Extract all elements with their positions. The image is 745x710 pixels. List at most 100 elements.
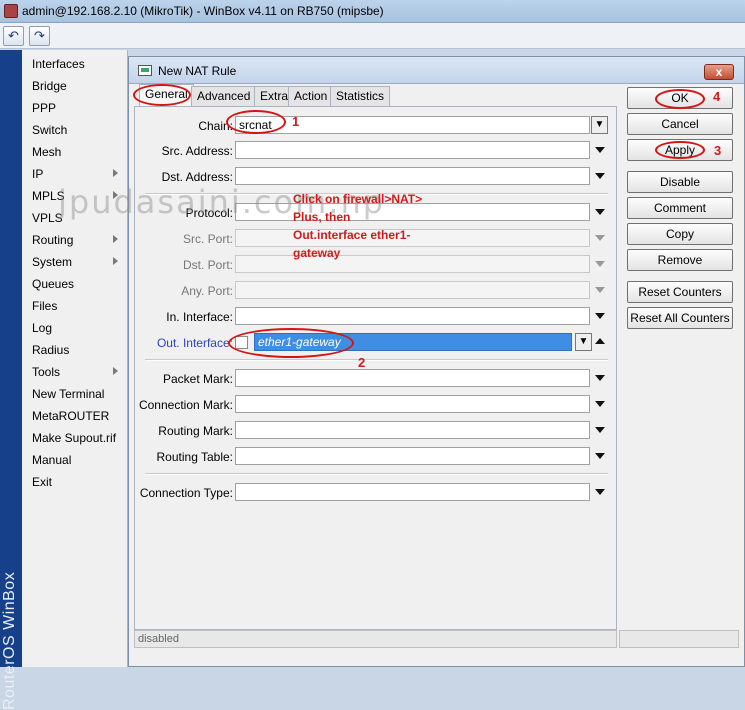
sidebar-item-label: Queues (32, 277, 75, 291)
routing-table-label: Routing Table: (156, 450, 234, 464)
dst-port-row: Dst. Port: (135, 255, 615, 275)
sidebar-item-manual[interactable]: Manual (22, 449, 126, 471)
connection-mark-label: Connection Mark: (138, 398, 233, 412)
packet-mark-field[interactable] (235, 369, 590, 387)
collapse-arrow-icon[interactable] (595, 338, 605, 344)
expand-arrow-icon[interactable] (595, 401, 605, 407)
sidebar-item-label: Files (32, 299, 58, 313)
sidebar-item-tools[interactable]: Tools (22, 361, 126, 383)
cancel-button[interactable]: Cancel (627, 113, 733, 135)
sidebar-item-system[interactable]: System (22, 251, 126, 273)
redo-icon: ↷ (34, 28, 45, 43)
disable-button[interactable]: Disable (627, 171, 733, 193)
sidebar-item-log[interactable]: Log (22, 317, 126, 339)
chain-field[interactable]: srcnat (235, 116, 590, 134)
sidebar-item-ip[interactable]: IP (22, 163, 126, 185)
annotation-ring-chain (226, 110, 286, 134)
expand-arrow-icon[interactable] (595, 147, 605, 153)
in-interface-field[interactable] (235, 307, 590, 325)
out-interface-dropdown-button[interactable]: ▼ (575, 333, 592, 351)
any-port-row: Any. Port: (135, 281, 615, 301)
sidebar-item-files[interactable]: Files (22, 295, 126, 317)
sidebar-item-new-terminal[interactable]: New Terminal (22, 383, 126, 405)
sidebar-item-exit[interactable]: Exit (22, 471, 126, 493)
sidebar-item-radius[interactable]: Radius (22, 339, 126, 361)
instruction-note-line: Plus, then (293, 210, 351, 224)
expand-arrow-icon (595, 261, 605, 267)
sidebar-item-label: Bridge (32, 79, 67, 93)
redo-button[interactable]: ↷ (29, 26, 50, 46)
connection-type-field[interactable] (235, 483, 590, 501)
submenu-arrow-icon (113, 169, 118, 177)
sidebar-item-label: PPP (32, 101, 57, 115)
reset-all-counters-button[interactable]: Reset All Counters (627, 307, 733, 329)
sidebar-item-bridge[interactable]: Bridge (22, 75, 126, 97)
instruction-note-line: gateway (293, 246, 341, 260)
tab-advanced[interactable]: Advanced (191, 86, 257, 106)
out-interface-row: Out. Interface: ether1-gateway ▼ (135, 333, 615, 353)
sidebar-item-mesh[interactable]: Mesh (22, 141, 126, 163)
expand-arrow-icon[interactable] (595, 375, 605, 381)
sidebar-item-label: New Terminal (32, 387, 105, 401)
expand-arrow-icon (595, 287, 605, 293)
expand-arrow-icon[interactable] (595, 173, 605, 179)
src-port-field (235, 229, 590, 247)
dst-port-field (235, 255, 590, 273)
expand-arrow-icon[interactable] (595, 427, 605, 433)
sidebar-item-label: Routing (32, 233, 74, 247)
packet-mark-row: Packet Mark: (135, 369, 615, 389)
sidebar-item-queues[interactable]: Queues (22, 273, 126, 295)
submenu-arrow-icon (113, 235, 118, 243)
branding-strip: RouterOS WinBox (0, 50, 22, 710)
dropdown-arrow-icon: ▼ (578, 336, 589, 347)
sidebar-item-label: MetaROUTER (32, 409, 110, 423)
routing-table-row: Routing Table: (135, 447, 615, 467)
in-interface-row: In. Interface: (135, 307, 615, 327)
sidebar-item-label: Make Supout.rif (32, 431, 117, 445)
routing-mark-field[interactable] (235, 421, 590, 439)
expand-arrow-icon[interactable] (595, 209, 605, 215)
comment-button[interactable]: Comment (627, 197, 733, 219)
sidebar-item-routing[interactable]: Routing (22, 229, 126, 251)
any-port-field (235, 281, 590, 299)
sidebar-item-switch[interactable]: Switch (22, 119, 126, 141)
copy-button[interactable]: Copy (627, 223, 733, 245)
routing-table-field[interactable] (235, 447, 590, 465)
tab-label: Action (294, 89, 328, 103)
chain-dropdown-button[interactable]: ▼ (591, 116, 608, 134)
src-address-field[interactable] (235, 141, 590, 159)
expand-arrow-icon[interactable] (595, 453, 605, 459)
src-address-row: Src. Address: (135, 141, 615, 161)
tab-action[interactable]: Action (288, 86, 334, 106)
expand-arrow-icon[interactable] (595, 489, 605, 495)
annotation-ring-out-interface (228, 328, 354, 358)
undo-button[interactable]: ↶ (3, 26, 24, 46)
sidebar-item-ppp[interactable]: PPP (22, 97, 126, 119)
submenu-arrow-icon (113, 367, 118, 375)
dst-address-label: Dst. Address: (161, 170, 233, 184)
sidebar-item-label: Log (32, 321, 53, 335)
submenu-arrow-icon (113, 257, 118, 265)
reset-counters-button[interactable]: Reset Counters (627, 281, 733, 303)
sidebar-item-metarouter[interactable]: MetaROUTER (22, 405, 126, 427)
dialog-title: New NAT Rule (158, 64, 237, 78)
sidebar-item-label: System (32, 255, 73, 269)
step-number-4: 4 (713, 89, 721, 104)
annotation-ring-general-tab (133, 84, 191, 106)
expand-arrow-icon[interactable] (595, 313, 605, 319)
connection-mark-field[interactable] (235, 395, 590, 413)
routing-mark-row: Routing Mark: (135, 421, 615, 441)
sidebar-item-label: IP (32, 167, 44, 181)
sidebar-item-interfaces[interactable]: Interfaces (22, 53, 126, 75)
tab-label: Statistics (336, 89, 385, 103)
toolbar: ↶ ↷ (0, 23, 745, 49)
divider (145, 360, 608, 361)
tab-statistics[interactable]: Statistics (330, 86, 391, 106)
sidebar-item-label: Tools (32, 365, 61, 379)
annotation-ring-apply (655, 141, 705, 159)
close-button[interactable]: x (704, 64, 734, 80)
sidebar-item-label: Radius (32, 343, 70, 357)
sidebar-item-make-supout[interactable]: Make Supout.rif (22, 427, 126, 449)
sidebar-item-label: Manual (32, 453, 72, 467)
remove-button[interactable]: Remove (627, 249, 733, 271)
